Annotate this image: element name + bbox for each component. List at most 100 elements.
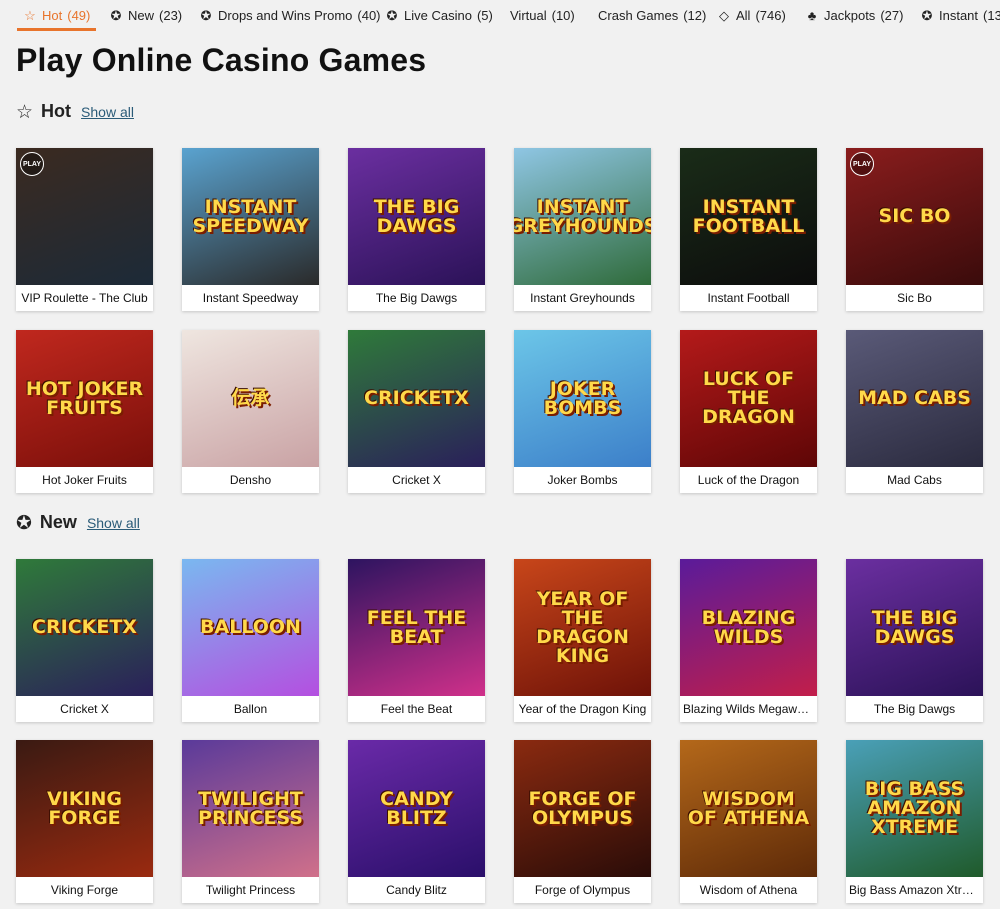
game-title[interactable]: Big Bass Amazon Xtre…: [846, 877, 983, 903]
tab-all[interactable]: ◇ All (746): [711, 0, 792, 30]
game-title[interactable]: Instant Speedway: [182, 285, 319, 311]
game-title[interactable]: Forge of Olympus: [514, 877, 651, 903]
tab-hot[interactable]: ☆ Hot (49): [17, 0, 97, 31]
tab-virtual[interactable]: Virtual (10): [504, 0, 581, 30]
diamond-icon: ◇: [719, 7, 729, 23]
game-tile[interactable]: INSTANT GREYHOUNDS Instant Greyhounds: [514, 148, 651, 311]
game-title[interactable]: Wisdom of Athena: [680, 877, 817, 903]
game-thumbnail[interactable]: FEEL THE BEAT: [348, 559, 485, 696]
game-tile[interactable]: The Big Dawgs The Big Dawgs: [846, 559, 983, 722]
game-thumbnail[interactable]: 伝承: [182, 330, 319, 467]
game-thumbnail[interactable]: The Big Dawgs: [846, 559, 983, 696]
game-tile[interactable]: 伝承 Densho: [182, 330, 319, 493]
game-thumbnail[interactable]: CricketX: [348, 330, 485, 467]
game-thumbnail[interactable]: LUCK OF THE DRAGON: [680, 330, 817, 467]
game-tile[interactable]: INSTANT FOOTBALL Instant Football: [680, 148, 817, 311]
game-logo-text: WISDOM OF ATHENA: [687, 787, 810, 829]
game-thumbnail[interactable]: CANDY BLITZ: [348, 740, 485, 877]
game-tile[interactable]: FORGE OF OLYMPUS Forge of Olympus: [514, 740, 651, 903]
game-tile[interactable]: LUCK OF THE DRAGON Luck of the Dragon: [680, 330, 817, 493]
game-title[interactable]: Candy Blitz: [348, 877, 485, 903]
game-title[interactable]: The Big Dawgs: [348, 285, 485, 311]
game-thumbnail[interactable]: TWILIGHT PRINCESS: [182, 740, 319, 877]
game-thumbnail[interactable]: HOT JOKER FRUITS: [16, 330, 153, 467]
game-thumbnail[interactable]: INSTANT FOOTBALL: [680, 148, 817, 285]
game-title[interactable]: Luck of the Dragon: [680, 467, 817, 493]
tab-crash-games[interactable]: Crash Games (12): [592, 0, 712, 30]
game-logo-text: YEAR OF THE DRAGON KING: [536, 587, 629, 667]
game-title[interactable]: Densho: [182, 467, 319, 493]
game-tile[interactable]: JOKER BOMBS Joker Bombs: [514, 330, 651, 493]
star-badge-icon: ✪: [110, 7, 122, 23]
game-logo-text: The Big Dawgs: [373, 195, 460, 237]
tab-jackpots[interactable]: ♣ Jackpots (27): [799, 0, 909, 30]
game-title[interactable]: Viking Forge: [16, 877, 153, 903]
game-thumbnail[interactable]: PLAY: [16, 148, 153, 285]
game-title[interactable]: Ballon: [182, 696, 319, 722]
game-title[interactable]: Twilight Princess: [182, 877, 319, 903]
game-tile[interactable]: BLAZING WILDS Blazing Wilds Megaways: [680, 559, 817, 722]
game-title[interactable]: Joker Bombs: [514, 467, 651, 493]
game-title[interactable]: Mad Cabs: [846, 467, 983, 493]
game-thumbnail[interactable]: WISDOM OF ATHENA: [680, 740, 817, 877]
game-tile[interactable]: TWILIGHT PRINCESS Twilight Princess: [182, 740, 319, 903]
tab-label: Live Casino: [404, 7, 472, 23]
game-thumbnail[interactable]: BALLOON: [182, 559, 319, 696]
tab-count: (10): [551, 7, 575, 23]
game-thumbnail[interactable]: INSTANT GREYHOUNDS: [514, 148, 651, 285]
game-thumbnail[interactable]: BIG BASS AMAZON XTREME: [846, 740, 983, 877]
game-tile[interactable]: PLAY VIP Roulette - The Club: [16, 148, 153, 311]
game-thumbnail[interactable]: VIKING FORGE: [16, 740, 153, 877]
game-title[interactable]: Cricket X: [16, 696, 153, 722]
game-thumbnail[interactable]: BLAZING WILDS: [680, 559, 817, 696]
game-title[interactable]: Instant Greyhounds: [514, 285, 651, 311]
game-tile[interactable]: BIG BASS AMAZON XTREME Big Bass Amazon Xt…: [846, 740, 983, 903]
game-thumbnail[interactable]: The Big Dawgs: [348, 148, 485, 285]
game-tile[interactable]: WISDOM OF ATHENA Wisdom of Athena: [680, 740, 817, 903]
game-tile[interactable]: VIKING FORGE Viking Forge: [16, 740, 153, 903]
game-tile[interactable]: INSTANT SPEEDWAY Instant Speedway: [182, 148, 319, 311]
game-logo-text: BALLOON: [200, 616, 301, 638]
game-logo-text: CricketX: [364, 387, 469, 409]
game-title[interactable]: Hot Joker Fruits: [16, 467, 153, 493]
game-logo-text: INSTANT SPEEDWAY: [192, 195, 309, 237]
game-thumbnail[interactable]: YEAR OF THE DRAGON KING: [514, 559, 651, 696]
game-thumbnail[interactable]: SIC BO PLAY: [846, 148, 983, 285]
game-title[interactable]: Feel the Beat: [348, 696, 485, 722]
show-all-hot-link[interactable]: Show all: [81, 104, 134, 120]
game-logo-text: The Big Dawgs: [871, 606, 958, 648]
game-title[interactable]: The Big Dawgs: [846, 696, 983, 722]
game-title[interactable]: Year of the Dragon King: [514, 696, 651, 722]
tab-label: Jackpots: [824, 7, 876, 23]
game-title[interactable]: Instant Football: [680, 285, 817, 311]
tab-instant[interactable]: ✪ Instant (13): [914, 0, 1000, 30]
game-logo-text: SIC BO: [878, 205, 951, 227]
game-tile[interactable]: BALLOON Ballon: [182, 559, 319, 722]
game-logo-text: VIKING FORGE: [46, 787, 123, 829]
section-title: New: [39, 512, 77, 532]
game-tile[interactable]: YEAR OF THE DRAGON KING Year of the Drago…: [514, 559, 651, 722]
game-title[interactable]: Blazing Wilds Megaways: [680, 696, 817, 722]
game-tile[interactable]: CANDY BLITZ Candy Blitz: [348, 740, 485, 903]
game-thumbnail[interactable]: INSTANT SPEEDWAY: [182, 148, 319, 285]
game-tile[interactable]: CricketX Cricket X: [348, 330, 485, 493]
game-thumbnail[interactable]: CricketX: [16, 559, 153, 696]
tab-drops-and-wins-promo[interactable]: ✪ Drops and Wins Promo (40): [193, 0, 387, 30]
game-thumbnail[interactable]: JOKER BOMBS: [514, 330, 651, 467]
game-tile[interactable]: CricketX Cricket X: [16, 559, 153, 722]
game-tile[interactable]: HOT JOKER FRUITS Hot Joker Fruits: [16, 330, 153, 493]
tab-label: All: [736, 7, 751, 23]
tab-new[interactable]: ✪ New (23): [103, 0, 188, 30]
game-thumbnail[interactable]: Mad Cabs: [846, 330, 983, 467]
tab-live-casino[interactable]: ✪ Live Casino (5): [379, 0, 499, 30]
game-tile[interactable]: The Big Dawgs The Big Dawgs: [348, 148, 485, 311]
section-header-hot: ☆ Hot Show all: [16, 101, 134, 122]
game-tile[interactable]: SIC BO PLAY Sic Bo: [846, 148, 983, 311]
game-thumbnail[interactable]: FORGE OF OLYMPUS: [514, 740, 651, 877]
game-title[interactable]: VIP Roulette - The Club: [16, 285, 153, 311]
game-title[interactable]: Sic Bo: [846, 285, 983, 311]
game-tile[interactable]: FEEL THE BEAT Feel the Beat: [348, 559, 485, 722]
game-title[interactable]: Cricket X: [348, 467, 485, 493]
show-all-new-link[interactable]: Show all: [87, 515, 140, 531]
game-tile[interactable]: Mad Cabs Mad Cabs: [846, 330, 983, 493]
